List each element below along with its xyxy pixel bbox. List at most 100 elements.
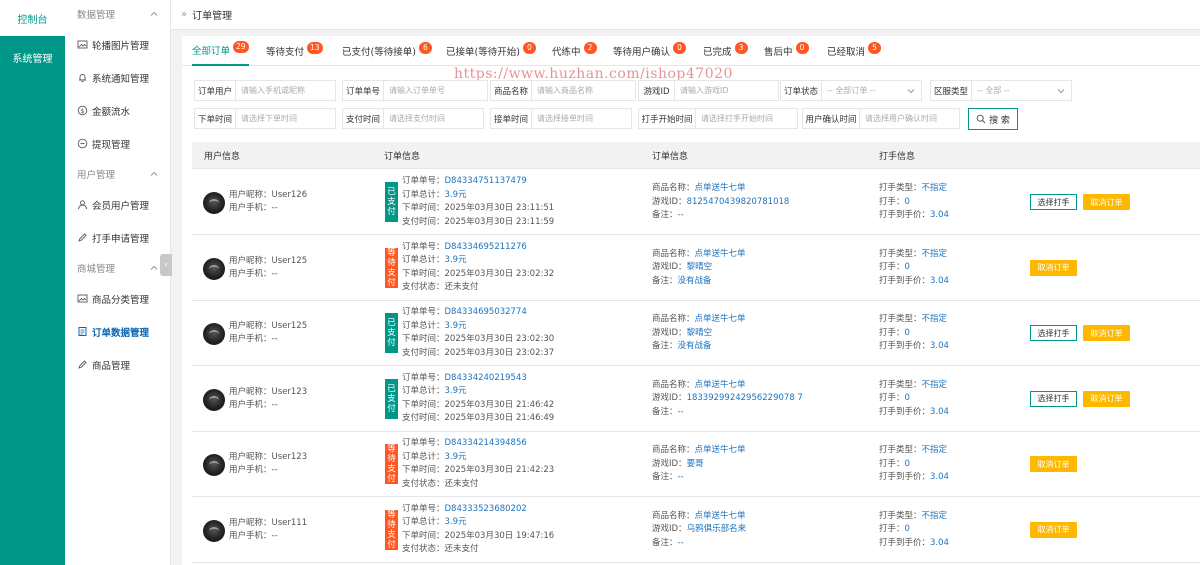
cancel-order-button[interactable]: 取消订单 [1030,456,1077,472]
player-price-value: 3.04 [930,472,949,482]
player-info: 打手类型：不指定 打手：0 打手到手价：3.04 [879,510,949,551]
player-info: 打手类型：不指定 打手：0 打手到手价：3.04 [879,444,949,485]
status-char: 付 [387,474,396,484]
th-order: 订单信息 [384,152,421,162]
order-time-value: 2025年03月30日 23:02:32 [444,268,555,279]
order-no-value[interactable]: D84334695032774 [445,307,527,317]
sidebar-item-money-flow[interactable]: $ 金额流水 [65,94,170,127]
order-total-value: 3.9元 [444,451,467,462]
goods-info: 商品名称：点单送牛七单 游戏ID：8125470439820781018 备注：… [652,182,789,223]
remark-value: 没有战备 [677,341,712,351]
collapse-menu-handle[interactable]: ‹ [160,254,172,276]
user-input[interactable]: 请输入手机或昵称 [236,80,336,101]
tab-wait-pay[interactable]: 等待支付 13 [266,36,323,66]
count-badge: 13 [307,42,323,54]
cancel-order-button[interactable]: 取消订单 [1030,259,1077,276]
status-char: 付 [387,207,396,217]
tab-label: 已经取消 [827,47,866,58]
menu-group-user[interactable]: 用户管理 [65,160,170,188]
order-no-label: 订单单号： [402,307,445,317]
order-no-input[interactable]: 请输入订单单号 [384,80,488,101]
start-time-input[interactable]: 请选择打手开始时间 [696,108,798,129]
game-id-input[interactable]: 请输入游戏ID [675,80,779,101]
sidebar-item-player-apply[interactable]: 打手申请管理 [65,221,170,254]
menu-group-label: 数据管理 [77,10,116,21]
menu-group-shop[interactable]: 商城管理 [65,254,170,282]
region-select[interactable]: -- 全部 -- [972,80,1072,101]
tab-after-sale[interactable]: 售后中 0 [764,36,809,66]
tab-in-progress[interactable]: 代练中 2 [552,36,597,66]
pay-info-label: 支付状态： [402,282,445,292]
order-info: 订单单号：D84333523680202 订单总计：3.9元 下单时间：2025… [402,503,554,557]
count-badge: 2 [583,42,597,54]
player-value: 0 [904,458,910,469]
sidebar-item-withdraw[interactable]: 提现管理 [65,127,170,160]
order-no-value[interactable]: D84333523680202 [445,504,527,514]
select-player-button[interactable]: 选择打手 [1030,194,1077,210]
cancel-order-button[interactable]: 取消订单 [1083,325,1130,341]
status-char: 付 [387,539,396,550]
player-type-value: 不指定 [921,314,948,324]
user-info: 用户昵称：User125 用户手机：-- [229,320,307,346]
nickname-label: 用户昵称： [229,255,272,266]
user-info: 用户昵称：User123 用户手机：-- [229,451,307,477]
order-no-value[interactable]: D84334240219543 [445,373,527,383]
goods-input[interactable]: 请输入商品名称 [532,80,636,101]
order-no-value[interactable]: D84334751137479 [445,176,527,186]
game-id-label: 游戏ID： [652,196,687,207]
cancel-order-button[interactable]: 取消订单 [1030,521,1077,538]
pay-info-label: 支付时间： [402,216,445,227]
status-char: 待 [387,257,396,268]
tab-accepted[interactable]: 已接单(等待开始) 0 [446,36,536,66]
sidebar-item-banner[interactable]: 轮播图片管理 [65,28,170,61]
player-type-label: 打手类型： [879,379,922,390]
confirm-time-input[interactable]: 请选择用户确认时间 [860,108,960,129]
order-no-label: 订单单号： [402,176,445,186]
sidebar-item-notice[interactable]: 系统通知管理 [65,61,170,94]
goods-info: 商品名称：点单送牛七单 游戏ID：18339299242956229078 7 … [652,379,803,420]
order-no-value[interactable]: D84334695211276 [445,242,527,252]
menu-group-data[interactable]: 数据管理 [65,0,170,28]
tab-label: 已接单(等待开始) [446,47,520,58]
select-player-button[interactable]: 选择打手 [1030,390,1077,407]
tab-cancelled[interactable]: 已经取消 5 [827,36,882,66]
filter-user: 订单用户 请输入手机或昵称 [194,80,336,101]
table-row: 用户昵称：User125 用户手机：-- 等待支付 订单单号：D84334695… [192,235,1200,301]
tab-all[interactable]: 全部订单 29 [192,36,249,66]
order-total-value: 3.9元 [444,386,467,396]
goods-value: 点单送牛七单 [694,445,746,455]
goods-label: 商品名称： [652,379,695,390]
svg-text:$: $ [80,107,84,115]
pay-time-input[interactable]: 请选择支付时间 [384,108,484,129]
tab-paid[interactable]: 已支付(等待接单) 6 [342,36,432,66]
tab-label: 售后中 [764,47,793,58]
tab-wait-confirm[interactable]: 等待用户确认 0 [613,36,687,66]
status-select[interactable]: -- 全部订单 -- [822,80,922,101]
order-no-label: 订单单号： [402,241,445,252]
accept-time-input[interactable]: 请选择接单时间 [532,108,632,129]
chevron-up-icon [150,265,158,270]
cancel-order-button[interactable]: 取消订单 [1083,194,1130,210]
filter-accept-time: 接单时间 请选择接单时间 [490,108,632,129]
order-time-input[interactable]: 请选择下单时间 [236,108,336,129]
cancel-order-button[interactable]: 取消订单 [1083,390,1130,407]
sidebar-item-goods[interactable]: 商品管理 [65,348,170,381]
goods-value: 点单送牛七单 [694,379,746,390]
status-char: 已 [387,383,396,394]
double-chevron-icon: » [181,9,188,20]
player-label: 打手： [879,458,905,469]
sidebar-item-goods-category[interactable]: 商品分类管理 [65,282,170,315]
order-total-label: 订单总计： [402,189,445,200]
chevron-down-icon [907,89,915,94]
select-player-button[interactable]: 选择打手 [1030,325,1077,341]
rail-system-management[interactable]: 系统管理 [0,36,65,78]
sidebar-item-orders[interactable]: 订单数据管理 [65,315,170,348]
rail-dashboard[interactable]: 控制台 [0,0,65,36]
sidebar-item-members[interactable]: 会员用户管理 [65,188,170,221]
phone-label: 用户手机： [229,530,272,541]
search-button[interactable]: 搜 索 [968,108,1018,130]
tab-completed[interactable]: 已完成 3 [703,36,748,66]
sidebar-item-label: 提现管理 [92,139,131,151]
order-no-value[interactable]: D84334214394856 [445,438,527,448]
remark-label: 备注： [652,472,678,482]
